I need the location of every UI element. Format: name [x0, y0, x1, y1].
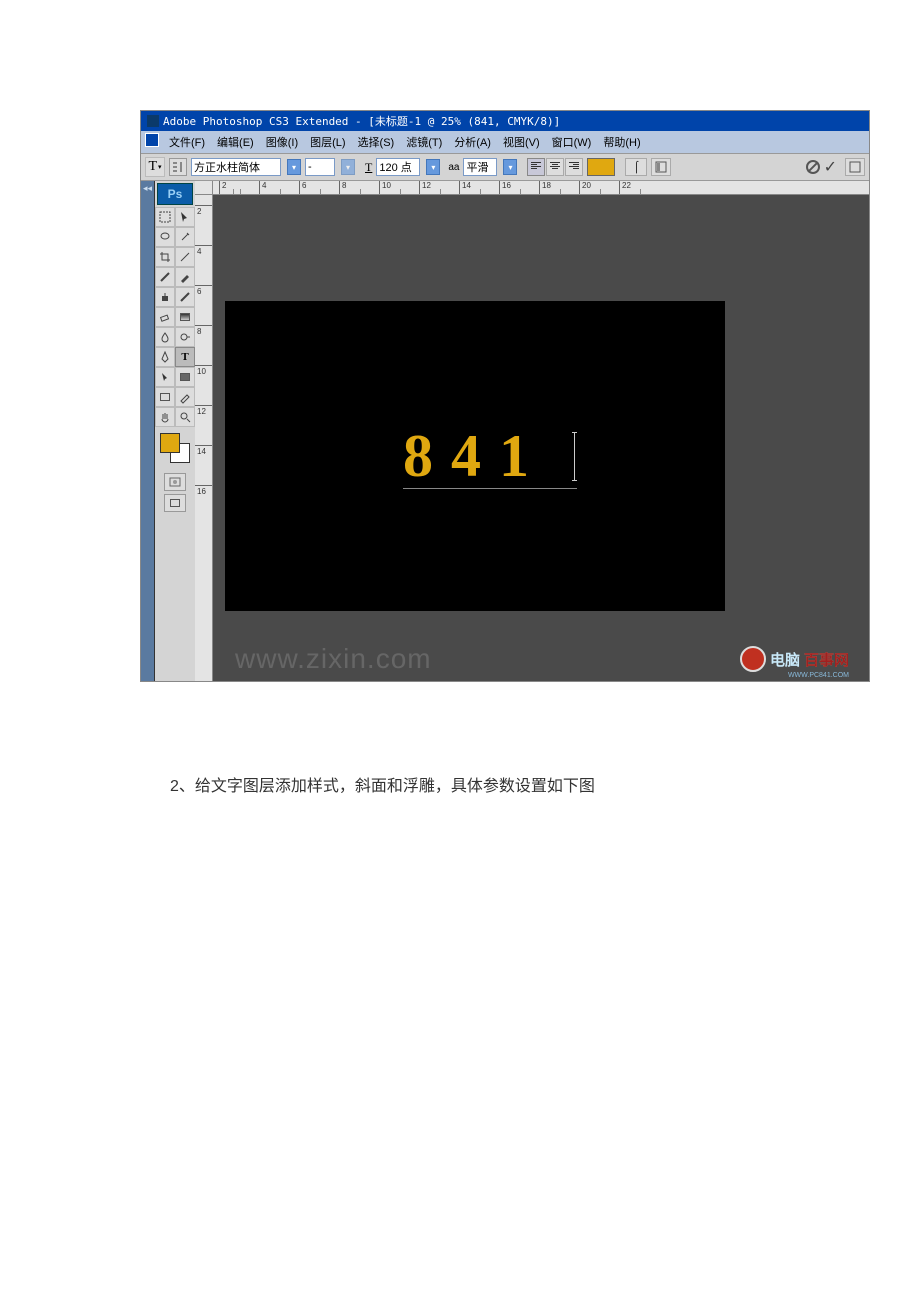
gradient-tool[interactable]: [175, 307, 195, 327]
text-align-group: [527, 158, 583, 176]
font-size-dropdown-icon[interactable]: ▾: [426, 159, 440, 175]
path-selection-tool[interactable]: [155, 367, 175, 387]
eyedropper-tool[interactable]: [175, 387, 195, 407]
character-panel-button[interactable]: [651, 158, 671, 176]
align-right-button[interactable]: [565, 158, 583, 176]
canvas-area: 246810121416182022 246810121416 841 www.…: [195, 181, 869, 681]
menu-bar: 文件(F) 编辑(E) 图像(I) 图层(L) 选择(S) 滤镜(T) 分析(A…: [141, 131, 869, 153]
watermark-logo-icon: [740, 646, 766, 672]
dodge-tool[interactable]: [175, 327, 195, 347]
menu-image[interactable]: 图像(I): [260, 133, 304, 151]
toolbox: Ps: [155, 181, 195, 681]
font-style-dropdown-icon[interactable]: ▾: [341, 159, 355, 175]
text-layer[interactable]: 841: [403, 422, 547, 491]
clone-stamp-tool[interactable]: [155, 287, 175, 307]
workspace-button[interactable]: [845, 158, 865, 176]
horizontal-ruler[interactable]: 246810121416182022: [213, 181, 869, 195]
screen-mode-button[interactable]: [164, 494, 186, 512]
text-baseline: [403, 488, 577, 489]
marquee-tool[interactable]: [155, 207, 175, 227]
text-color-swatch[interactable]: [587, 158, 615, 176]
canvas-text: 841: [403, 423, 547, 489]
watermark-brand2: 百事网: [804, 649, 849, 670]
cancel-button[interactable]: [806, 160, 820, 174]
foreground-color[interactable]: [160, 433, 180, 453]
title-text: Adobe Photoshop CS3 Extended - [未标题-1 @ …: [163, 113, 560, 129]
magic-wand-tool[interactable]: [175, 227, 195, 247]
document-canvas[interactable]: 841: [225, 301, 725, 611]
photoshop-window: Adobe Photoshop CS3 Extended - [未标题-1 @ …: [140, 110, 870, 682]
notes-tool[interactable]: [155, 387, 175, 407]
ps-logo-icon: Ps: [157, 183, 193, 205]
quick-mask-button[interactable]: [164, 473, 186, 491]
text-orientation-button[interactable]: [169, 158, 187, 176]
warp-text-button[interactable]: ⌠: [625, 158, 647, 176]
antialias-select[interactable]: 平滑: [463, 158, 497, 176]
font-size-input[interactable]: 120 点: [376, 158, 420, 176]
menu-analysis[interactable]: 分析(A): [448, 133, 497, 151]
healing-brush-tool[interactable]: [155, 267, 175, 287]
align-left-button[interactable]: [527, 158, 545, 176]
font-size-icon: T: [365, 160, 372, 175]
commit-button[interactable]: ✓: [824, 157, 837, 177]
watermark-left: www.zixin.com: [235, 643, 432, 675]
font-style-select[interactable]: -: [305, 158, 335, 176]
options-bar: T ▾ 方正水柱简体 ▾ - ▾ T 120 点 ▾ aa 平滑 ▾: [141, 153, 869, 181]
watermark: www.zixin.com 电脑 百事网: [235, 643, 849, 675]
commit-group: ✓: [806, 157, 865, 177]
watermark-right: 电脑 百事网: [740, 646, 849, 672]
workspace: ◂◂ Ps: [141, 181, 869, 681]
hand-tool[interactable]: [155, 407, 175, 427]
menu-layer[interactable]: 图层(L): [304, 133, 351, 151]
menu-help[interactable]: 帮助(H): [597, 133, 646, 151]
menu-edit[interactable]: 编辑(E): [211, 133, 260, 151]
antialias-icon: aa: [448, 162, 459, 173]
history-brush-tool[interactable]: [175, 287, 195, 307]
type-tool[interactable]: T: [175, 347, 195, 367]
menu-view[interactable]: 视图(V): [497, 133, 546, 151]
align-center-button[interactable]: [546, 158, 564, 176]
menu-filter[interactable]: 滤镜(T): [400, 133, 448, 151]
brush-tool[interactable]: [175, 267, 195, 287]
tool-preset-picker[interactable]: T ▾: [145, 157, 165, 177]
font-family-dropdown-icon[interactable]: ▾: [287, 159, 301, 175]
page-caption: 2、给文字图层添加样式，斜面和浮雕，具体参数设置如下图: [140, 772, 780, 796]
menu-file[interactable]: 文件(F): [163, 133, 211, 151]
watermark-url: WWW.PC841.COM: [788, 672, 849, 679]
move-tool[interactable]: [175, 207, 195, 227]
app-icon: [147, 115, 159, 127]
lasso-tool[interactable]: [155, 227, 175, 247]
blur-tool[interactable]: [155, 327, 175, 347]
font-family-select[interactable]: 方正水柱简体: [191, 158, 281, 176]
antialias-dropdown-icon[interactable]: ▾: [503, 159, 517, 175]
menu-select[interactable]: 选择(S): [352, 133, 401, 151]
text-cursor-icon: [574, 432, 575, 481]
title-bar: Adobe Photoshop CS3 Extended - [未标题-1 @ …: [141, 111, 869, 131]
pen-tool[interactable]: [155, 347, 175, 367]
crop-tool[interactable]: [155, 247, 175, 267]
slice-tool[interactable]: [175, 247, 195, 267]
rectangle-tool[interactable]: [175, 367, 195, 387]
zoom-tool[interactable]: [175, 407, 195, 427]
watermark-brand1: 电脑: [770, 649, 800, 670]
ruler-origin[interactable]: [195, 181, 213, 195]
color-swatches[interactable]: [160, 433, 190, 463]
panel-collapse-tab[interactable]: ◂◂: [141, 181, 155, 681]
system-menu-icon[interactable]: [145, 133, 159, 147]
eraser-tool[interactable]: [155, 307, 175, 327]
menu-window[interactable]: 窗口(W): [546, 133, 598, 151]
vertical-ruler[interactable]: 246810121416: [195, 195, 213, 681]
